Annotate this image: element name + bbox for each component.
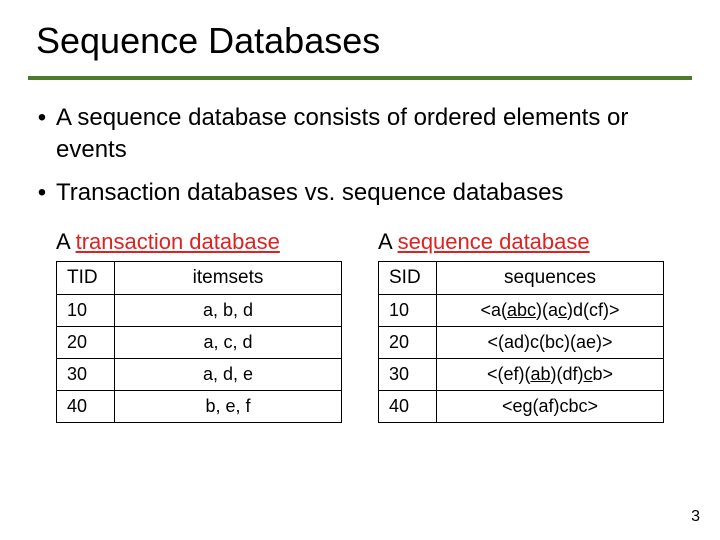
caption-prefix: A — [56, 229, 76, 254]
bullet-text: Transaction databases vs. sequence datab… — [56, 177, 563, 209]
table-row: 20a, c, d — [57, 327, 342, 359]
table-row: 30<(ef)(ab)(df)cb> — [379, 359, 664, 391]
table-row: 20<(ad)c(bc)(ae)> — [379, 327, 664, 359]
bullet-item: • A sequence database consists of ordere… — [28, 102, 692, 167]
cell-id: 10 — [379, 295, 437, 327]
sequence-caption: A sequence database — [378, 229, 664, 255]
cell-val: a, c, d — [115, 327, 342, 359]
table-row: 30a, d, e — [57, 359, 342, 391]
bullet-dot: • — [28, 177, 56, 209]
slide-title: Sequence Databases — [28, 20, 692, 80]
table-header-row: SID sequences — [379, 262, 664, 295]
table-row: 10a, b, d — [57, 295, 342, 327]
cell-id: 20 — [57, 327, 115, 359]
caption-highlight: sequence database — [398, 229, 590, 254]
sequence-table: SID sequences 10<a(abc)(ac)d(cf)> 20<(ad… — [378, 261, 664, 423]
cell-id: 40 — [57, 391, 115, 423]
th-tid: TID — [57, 262, 115, 295]
cell-id: 30 — [57, 359, 115, 391]
th-sequences: sequences — [437, 262, 664, 295]
page-number: 3 — [691, 508, 700, 526]
bullet-item: • Transaction databases vs. sequence dat… — [28, 177, 692, 209]
bullet-list: • A sequence database consists of ordere… — [28, 102, 692, 209]
cell-seq: <a(abc)(ac)d(cf)> — [437, 295, 664, 327]
cell-val: a, b, d — [115, 295, 342, 327]
cell-val: a, d, e — [115, 359, 342, 391]
bullet-text: A sequence database consists of ordered … — [56, 102, 692, 167]
table-row: 40b, e, f — [57, 391, 342, 423]
transaction-table: TID itemsets 10a, b, d 20a, c, d 30a, d,… — [56, 261, 342, 423]
transaction-caption: A transaction database — [56, 229, 342, 255]
th-itemsets: itemsets — [115, 262, 342, 295]
table-header-row: TID itemsets — [57, 262, 342, 295]
sequence-table-block: A sequence database SID sequences 10<a(a… — [378, 229, 664, 423]
cell-id: 30 — [379, 359, 437, 391]
cell-val: b, e, f — [115, 391, 342, 423]
table-row: 10<a(abc)(ac)d(cf)> — [379, 295, 664, 327]
cell-seq: <eg(af)cbc> — [437, 391, 664, 423]
caption-highlight: transaction database — [76, 229, 280, 254]
cell-id: 10 — [57, 295, 115, 327]
cell-seq: <(ad)c(bc)(ae)> — [437, 327, 664, 359]
bullet-dot: • — [28, 102, 56, 167]
cell-id: 20 — [379, 327, 437, 359]
cell-seq: <(ef)(ab)(df)cb> — [437, 359, 664, 391]
tables-container: A transaction database TID itemsets 10a,… — [28, 229, 692, 423]
caption-prefix: A — [378, 229, 398, 254]
th-sid: SID — [379, 262, 437, 295]
cell-id: 40 — [379, 391, 437, 423]
table-row: 40<eg(af)cbc> — [379, 391, 664, 423]
transaction-table-block: A transaction database TID itemsets 10a,… — [56, 229, 342, 423]
